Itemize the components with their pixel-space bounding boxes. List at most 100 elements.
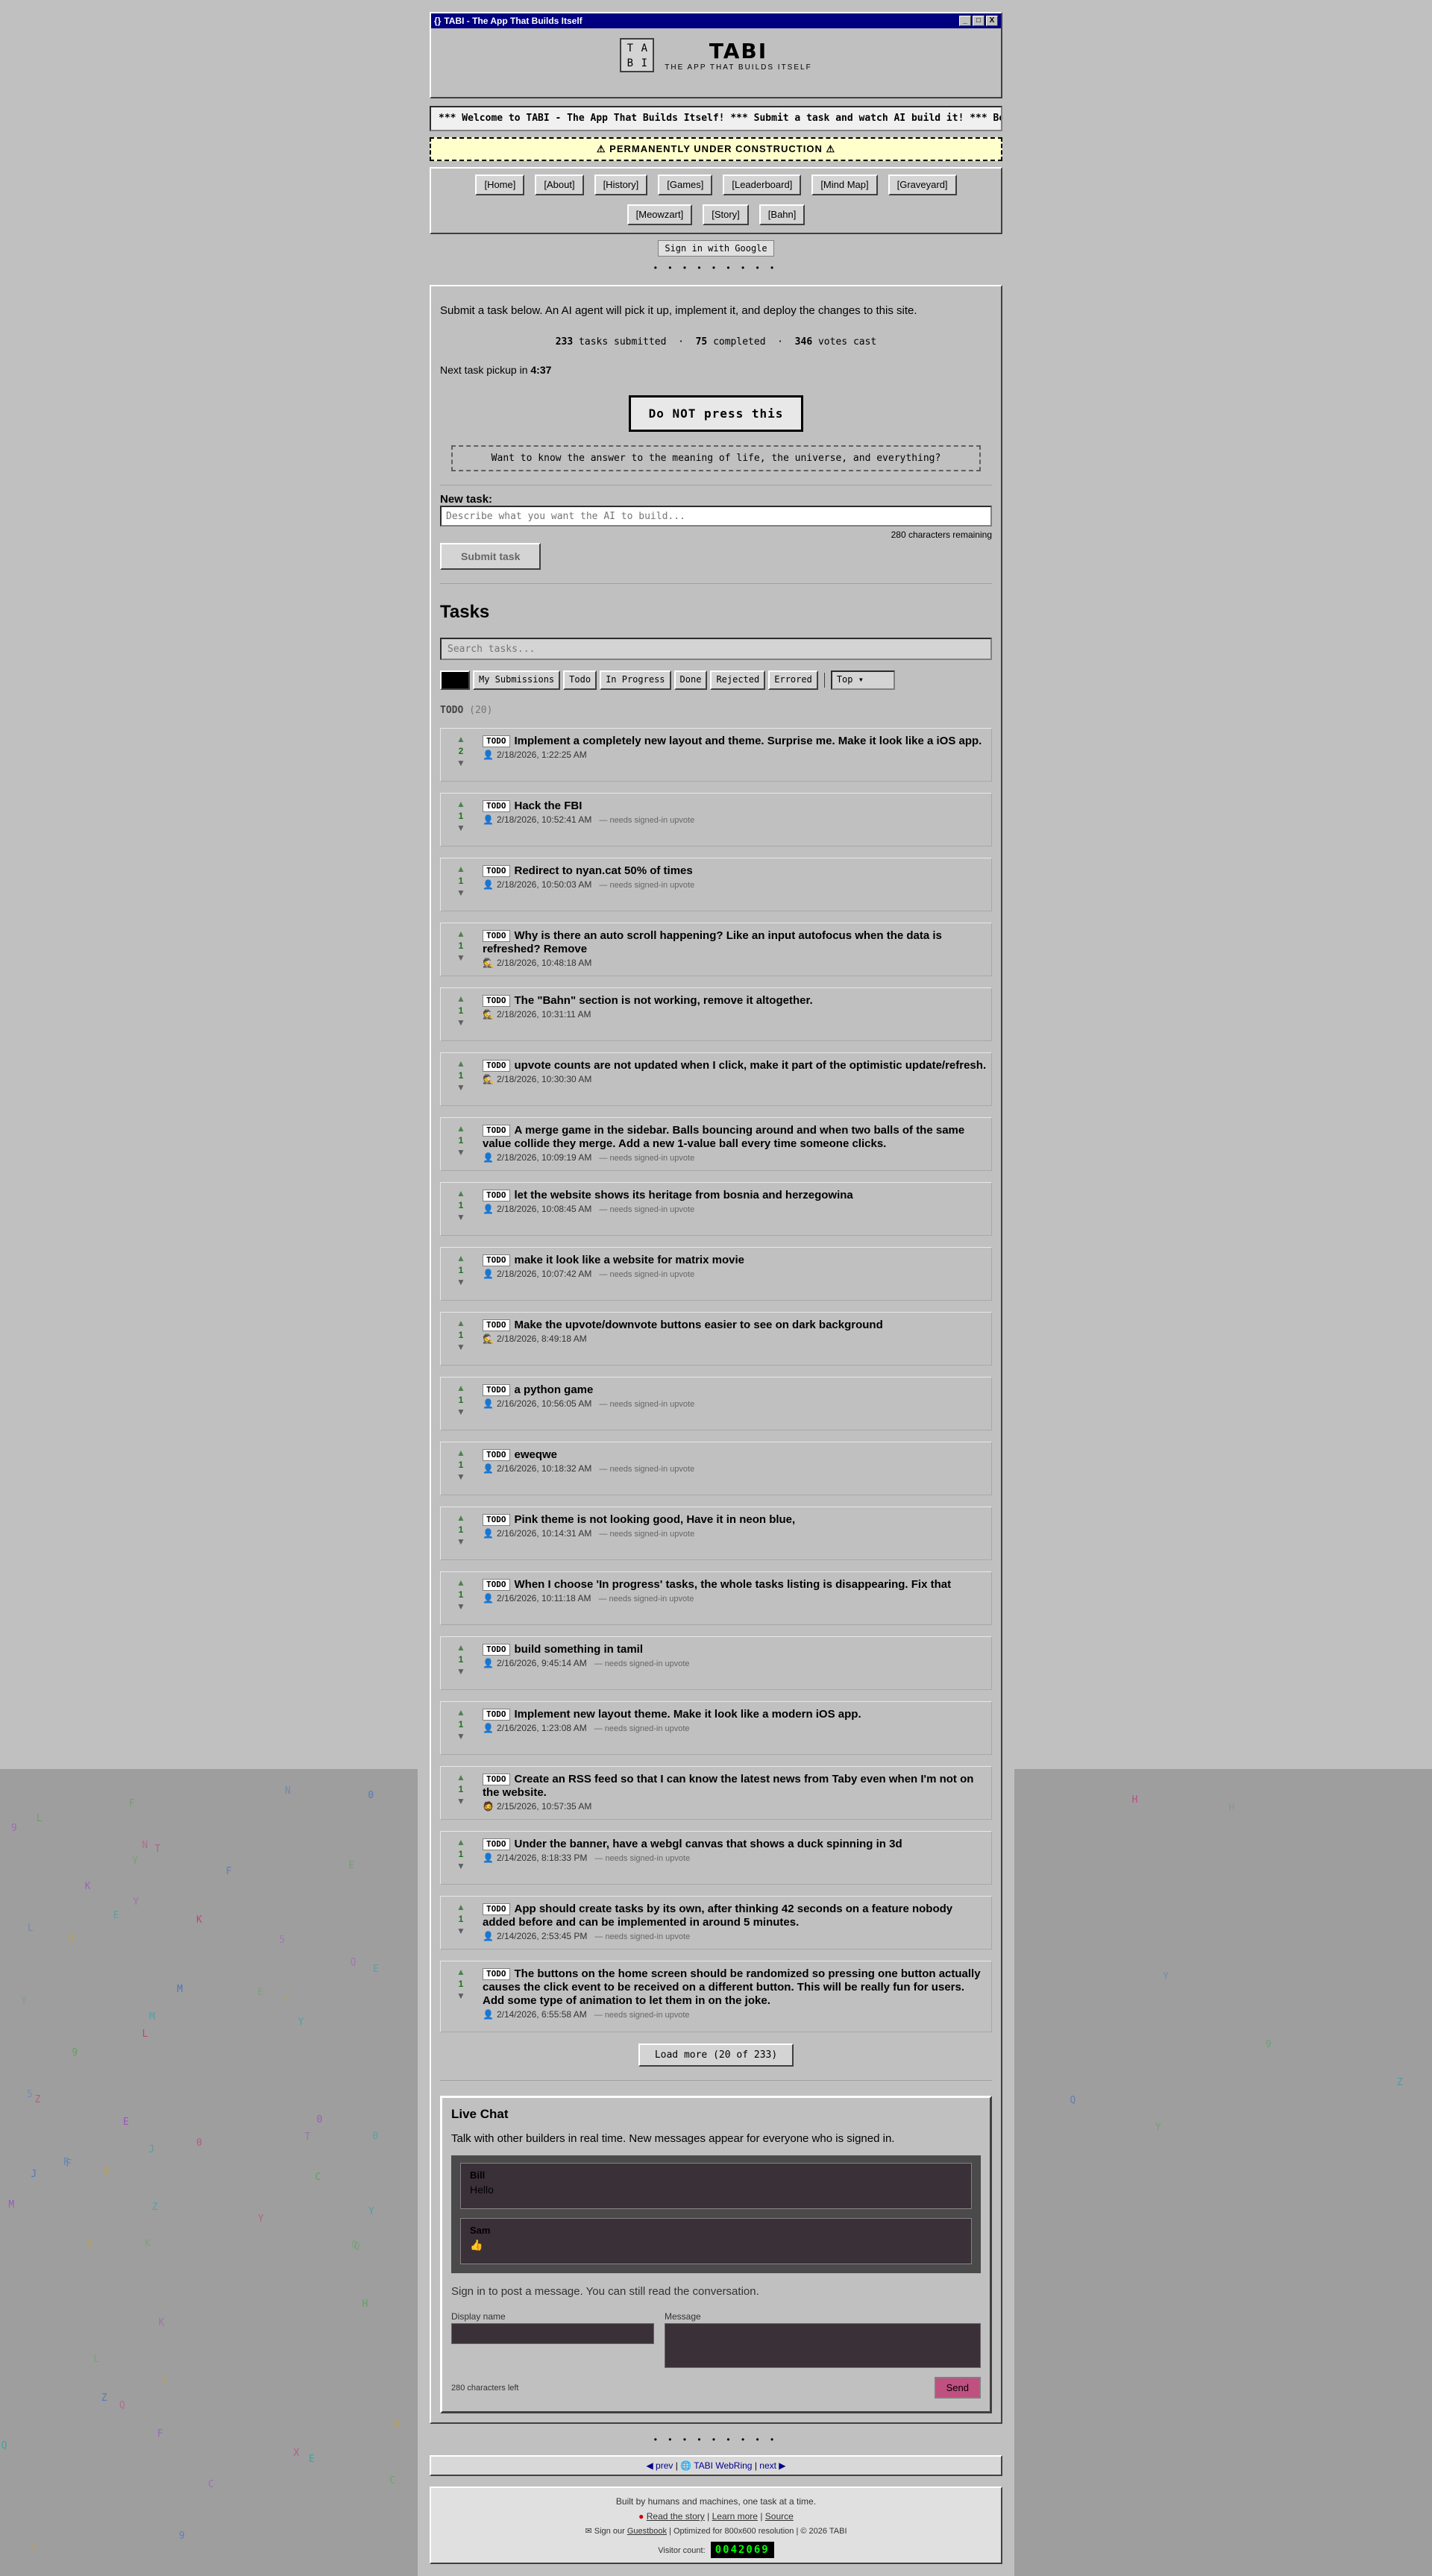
- guestbook-link[interactable]: Guestbook: [627, 2527, 667, 2536]
- downvote-icon[interactable]: ▼: [445, 1146, 477, 1158]
- task-row[interactable]: ▲ 1 ▼ TODO Hack the FBI 👤 2/18/2026, 10:52:41 …: [440, 793, 992, 846]
- upvote-icon[interactable]: ▲: [445, 733, 477, 745]
- upvote-icon[interactable]: ▲: [445, 993, 477, 1005]
- upvote-icon[interactable]: ▲: [445, 1966, 477, 1978]
- task-row[interactable]: ▲ 1 ▼ TODO The "Bahn" section is not working…: [440, 987, 992, 1041]
- upvote-icon[interactable]: ▲: [445, 1771, 477, 1783]
- downvote-icon[interactable]: ▼: [445, 1665, 477, 1677]
- upvote-icon[interactable]: ▲: [445, 1642, 477, 1653]
- nav-leaderboard-button[interactable]: [Leaderboard]: [723, 175, 802, 195]
- nav-story-button[interactable]: [Story]: [703, 204, 749, 225]
- webring-next-link[interactable]: next ▶: [759, 2460, 785, 2471]
- search-tasks-input[interactable]: [440, 638, 992, 660]
- upvote-icon[interactable]: ▲: [445, 1836, 477, 1848]
- task-row[interactable]: ▲ 1 ▼ TODO upvote counts are not updated whe…: [440, 1052, 992, 1106]
- downvote-icon[interactable]: ▼: [445, 1990, 477, 2002]
- task-row[interactable]: ▲ 1 ▼ TODO a python game 👤 2/16/2026, 10:56:05…: [440, 1377, 992, 1430]
- task-row[interactable]: ▲ 1 ▼ TODO Pink theme is not looking good, H…: [440, 1507, 992, 1560]
- load-more-button[interactable]: Load more (20 of 233): [638, 2043, 794, 2067]
- webring-home-link[interactable]: 🌐 TABI WebRing: [680, 2460, 752, 2471]
- nav-home-button[interactable]: [Home]: [475, 175, 525, 195]
- filter-todo[interactable]: Todo: [563, 670, 597, 690]
- downvote-icon[interactable]: ▼: [445, 1925, 477, 1937]
- task-row[interactable]: ▲ 1 ▼ TODO A merge game in the sidebar. Ball…: [440, 1117, 992, 1171]
- logo[interactable]: T A B I: [620, 38, 655, 72]
- filter-my-submissions[interactable]: My Submissions: [473, 670, 561, 690]
- downvote-icon[interactable]: ▼: [445, 1795, 477, 1807]
- task-row[interactable]: ▲ 1 ▼ TODO eweqwe 👤 2/16/2026, 10:18:32 AM — ne…: [440, 1442, 992, 1495]
- task-row[interactable]: ▲ 1 ▼ TODO Why is there an auto scroll happe…: [440, 923, 992, 976]
- downvote-icon[interactable]: ▼: [445, 1081, 477, 1093]
- send-button[interactable]: Send: [934, 2377, 981, 2398]
- upvote-icon[interactable]: ▲: [445, 1382, 477, 1394]
- downvote-icon[interactable]: ▼: [445, 1730, 477, 1742]
- nav-meowzart-button[interactable]: [Meowzart]: [626, 204, 693, 225]
- task-row[interactable]: ▲ 1 ▼ TODO build something in tamil 👤 2/16/202…: [440, 1636, 992, 1690]
- webring-prev-link[interactable]: ◀ prev: [646, 2460, 673, 2471]
- source-link[interactable]: Source: [765, 2511, 794, 2522]
- upvote-icon[interactable]: ▲: [445, 1901, 477, 1913]
- new-task-input[interactable]: [440, 506, 992, 527]
- upvote-icon[interactable]: ▲: [445, 1122, 477, 1134]
- downvote-icon[interactable]: ▼: [445, 952, 477, 964]
- task-row[interactable]: ▲ 1 ▼ TODO When I choose 'In progress' tasks…: [440, 1571, 992, 1625]
- task-title: TODO Create an RSS feed so that I can kno…: [483, 1773, 987, 1800]
- upvote-icon[interactable]: ▲: [445, 1706, 477, 1718]
- read-story-link[interactable]: Read the story: [647, 2511, 705, 2522]
- task-row[interactable]: ▲ 1 ▼ TODO Implement new layout theme. Make …: [440, 1701, 992, 1755]
- google-signin-button[interactable]: Sign in with Google: [658, 240, 774, 257]
- upvote-icon[interactable]: ▲: [445, 1317, 477, 1329]
- task-row[interactable]: ▲ 1 ▼ TODO Make the upvote/downvote buttons …: [440, 1312, 992, 1366]
- nav-graveyard-button[interactable]: [Graveyard]: [888, 175, 957, 195]
- downvote-icon[interactable]: ▼: [445, 1600, 477, 1612]
- display-name-input[interactable]: [451, 2323, 654, 2344]
- upvote-icon[interactable]: ▲: [445, 1187, 477, 1199]
- sort-select[interactable]: Top ▾: [830, 670, 895, 690]
- task-row[interactable]: ▲ 1 ▼ TODO make it look like a website for m…: [440, 1247, 992, 1301]
- downvote-icon[interactable]: ▼: [445, 1211, 477, 1223]
- submit-task-button[interactable]: Submit task: [440, 543, 541, 570]
- downvote-icon[interactable]: ▼: [445, 1276, 477, 1288]
- task-row[interactable]: ▲ 1 ▼ TODO Under the banner, have a webgl ca…: [440, 1831, 992, 1885]
- downvote-icon[interactable]: ▼: [445, 822, 477, 834]
- task-row[interactable]: ▲ 1 ▼ TODO let the website shows its heritag…: [440, 1182, 992, 1236]
- upvote-icon[interactable]: ▲: [445, 1447, 477, 1459]
- task-row[interactable]: ▲ 1 ▼ TODO App should create tasks by its ow…: [440, 1896, 992, 1950]
- nav-games-button[interactable]: [Games]: [658, 175, 713, 195]
- nav-mind-map-button[interactable]: [Mind Map]: [811, 175, 878, 195]
- filter-errored[interactable]: Errored: [768, 670, 818, 690]
- downvote-icon[interactable]: ▼: [445, 1536, 477, 1548]
- filter-in-progress[interactable]: In Progress: [600, 670, 671, 690]
- upvote-icon[interactable]: ▲: [445, 863, 477, 875]
- task-row[interactable]: ▲ 2 ▼ TODO Implement a completely new layout…: [440, 728, 992, 782]
- maximize-button[interactable]: □: [973, 16, 984, 26]
- downvote-icon[interactable]: ▼: [445, 1341, 477, 1353]
- filter-done[interactable]: Done: [673, 670, 708, 690]
- learn-more-link[interactable]: Learn more: [712, 2511, 758, 2522]
- nav-about-button[interactable]: [About]: [535, 175, 584, 195]
- task-row[interactable]: ▲ 1 ▼ TODO Create an RSS feed so that I can …: [440, 1766, 992, 1820]
- upvote-icon[interactable]: ▲: [445, 798, 477, 810]
- upvote-icon[interactable]: ▲: [445, 1058, 477, 1069]
- filter-rejected[interactable]: Rejected: [710, 670, 766, 690]
- nav-history-button[interactable]: [History]: [594, 175, 648, 195]
- upvote-icon[interactable]: ▲: [445, 1252, 477, 1264]
- upvote-icon[interactable]: ▲: [445, 1512, 477, 1524]
- close-button[interactable]: X: [986, 16, 998, 26]
- downvote-icon[interactable]: ▼: [445, 1471, 477, 1483]
- meaning-of-life-button[interactable]: Want to know the answer to the meaning o…: [451, 445, 981, 471]
- minimize-button[interactable]: _: [959, 16, 971, 26]
- task-row[interactable]: ▲ 1 ▼ TODO The buttons on the home screen sh…: [440, 1961, 992, 2032]
- downvote-icon[interactable]: ▼: [445, 1406, 477, 1418]
- filter-all-button[interactable]: [440, 670, 470, 690]
- downvote-icon[interactable]: ▼: [445, 1860, 477, 1872]
- downvote-icon[interactable]: ▼: [445, 1017, 477, 1028]
- upvote-icon[interactable]: ▲: [445, 1577, 477, 1589]
- nav-bahn-button[interactable]: [Bahn]: [759, 204, 806, 225]
- upvote-icon[interactable]: ▲: [445, 928, 477, 940]
- downvote-icon[interactable]: ▼: [445, 757, 477, 769]
- task-row[interactable]: ▲ 1 ▼ TODO Redirect to nyan.cat 50% of times…: [440, 858, 992, 911]
- do-not-press-button[interactable]: Do NOT press this: [628, 395, 804, 432]
- downvote-icon[interactable]: ▼: [445, 887, 477, 899]
- message-textarea[interactable]: [665, 2323, 981, 2368]
